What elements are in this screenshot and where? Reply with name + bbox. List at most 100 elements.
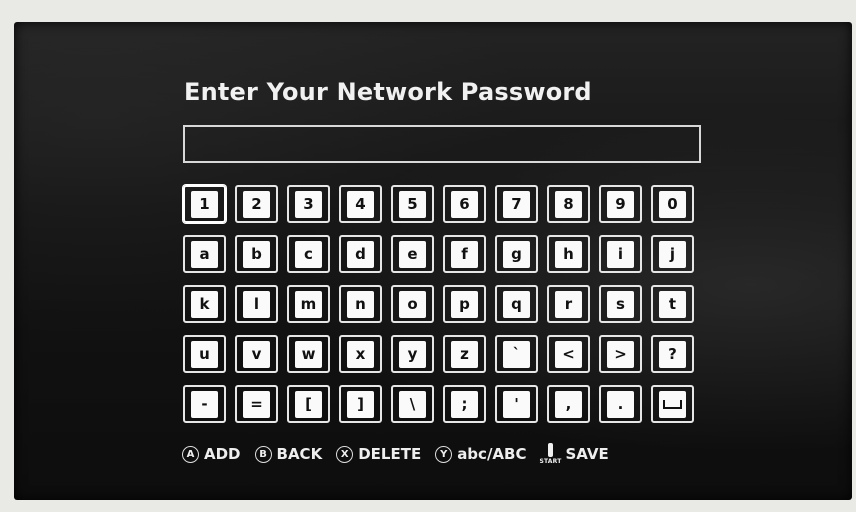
key-f[interactable]: f bbox=[443, 235, 486, 273]
page-title: Enter Your Network Password bbox=[184, 78, 592, 106]
key-greater-than[interactable]: > bbox=[599, 335, 642, 373]
key-o[interactable]: o bbox=[391, 285, 434, 323]
key-label: . bbox=[607, 390, 634, 418]
controller-legend: A ADD B BACK X DELETE Y abc/ABC START SA… bbox=[182, 441, 609, 467]
key-r[interactable]: r bbox=[547, 285, 590, 323]
key-apostrophe[interactable]: ' bbox=[495, 385, 538, 423]
key-close-bracket[interactable]: ] bbox=[339, 385, 382, 423]
key-label: ` bbox=[503, 340, 530, 368]
legend-case-label: abc/ABC bbox=[457, 445, 527, 463]
key-2[interactable]: 2 bbox=[235, 185, 278, 223]
key-label: t bbox=[659, 290, 686, 318]
key-label: a bbox=[191, 240, 218, 268]
on-screen-keyboard: 1 2 3 4 5 6 7 8 9 0 a b c d e f g h i j … bbox=[183, 185, 703, 435]
legend-add-label: ADD bbox=[204, 445, 241, 463]
key-label: z bbox=[451, 340, 478, 368]
key-1[interactable]: 1 bbox=[183, 185, 226, 223]
key-k[interactable]: k bbox=[183, 285, 226, 323]
start-button-shape bbox=[547, 443, 553, 457]
key-s[interactable]: s bbox=[599, 285, 642, 323]
key-l[interactable]: l bbox=[235, 285, 278, 323]
key-y[interactable]: y bbox=[391, 335, 434, 373]
start-button-text: START bbox=[539, 458, 562, 465]
key-q[interactable]: q bbox=[495, 285, 538, 323]
key-label: m bbox=[295, 290, 322, 318]
key-label: 0 bbox=[659, 190, 686, 218]
key-label: g bbox=[503, 240, 530, 268]
key-label: ' bbox=[503, 390, 530, 418]
key-label: 8 bbox=[555, 190, 582, 218]
key-m[interactable]: m bbox=[287, 285, 330, 323]
key-n[interactable]: n bbox=[339, 285, 382, 323]
key-label: - bbox=[191, 390, 218, 418]
key-3[interactable]: 3 bbox=[287, 185, 330, 223]
key-label: 9 bbox=[607, 190, 634, 218]
key-label: 7 bbox=[503, 190, 530, 218]
keyboard-row: - = [ ] \ ; ' , . bbox=[183, 385, 703, 423]
key-a[interactable]: a bbox=[183, 235, 226, 273]
key-label: x bbox=[347, 340, 374, 368]
key-b[interactable]: b bbox=[235, 235, 278, 273]
key-label: ; bbox=[451, 390, 478, 418]
keyboard-row: k l m n o p q r s t bbox=[183, 285, 703, 323]
key-less-than[interactable]: < bbox=[547, 335, 590, 373]
key-label: q bbox=[503, 290, 530, 318]
legend-back-label: BACK bbox=[276, 445, 323, 463]
key-d[interactable]: d bbox=[339, 235, 382, 273]
key-u[interactable]: u bbox=[183, 335, 226, 373]
legend-add: A ADD bbox=[182, 445, 241, 463]
key-backtick[interactable]: ` bbox=[495, 335, 538, 373]
key-9[interactable]: 9 bbox=[599, 185, 642, 223]
key-label: ? bbox=[659, 340, 686, 368]
key-c[interactable]: c bbox=[287, 235, 330, 273]
key-x[interactable]: x bbox=[339, 335, 382, 373]
keyboard-row: a b c d e f g h i j bbox=[183, 235, 703, 273]
key-equals[interactable]: = bbox=[235, 385, 278, 423]
key-h[interactable]: h bbox=[547, 235, 590, 273]
key-7[interactable]: 7 bbox=[495, 185, 538, 223]
key-t[interactable]: t bbox=[651, 285, 694, 323]
key-v[interactable]: v bbox=[235, 335, 278, 373]
key-label: 4 bbox=[347, 190, 374, 218]
keyboard-row: 1 2 3 4 5 6 7 8 9 0 bbox=[183, 185, 703, 223]
key-period[interactable]: . bbox=[599, 385, 642, 423]
key-6[interactable]: 6 bbox=[443, 185, 486, 223]
key-label: < bbox=[555, 340, 582, 368]
key-5[interactable]: 5 bbox=[391, 185, 434, 223]
key-label: > bbox=[607, 340, 634, 368]
key-label: s bbox=[607, 290, 634, 318]
key-label: 6 bbox=[451, 190, 478, 218]
key-4[interactable]: 4 bbox=[339, 185, 382, 223]
key-hyphen[interactable]: - bbox=[183, 385, 226, 423]
start-button-icon: START bbox=[539, 442, 562, 466]
key-label: k bbox=[191, 290, 218, 318]
key-p[interactable]: p bbox=[443, 285, 486, 323]
legend-back: B BACK bbox=[254, 445, 323, 463]
key-backslash[interactable]: \ bbox=[391, 385, 434, 423]
key-i[interactable]: i bbox=[599, 235, 642, 273]
key-label: h bbox=[555, 240, 582, 268]
key-label: o bbox=[399, 290, 426, 318]
keyboard-row: u v w x y z ` < > ? bbox=[183, 335, 703, 373]
key-z[interactable]: z bbox=[443, 335, 486, 373]
key-space[interactable] bbox=[651, 385, 694, 423]
key-label: 5 bbox=[399, 190, 426, 218]
key-open-bracket[interactable]: [ bbox=[287, 385, 330, 423]
key-semicolon[interactable]: ; bbox=[443, 385, 486, 423]
key-label: y bbox=[399, 340, 426, 368]
password-input[interactable] bbox=[183, 125, 701, 163]
key-label: r bbox=[555, 290, 582, 318]
key-comma[interactable]: , bbox=[547, 385, 590, 423]
key-0[interactable]: 0 bbox=[651, 185, 694, 223]
key-label: 1 bbox=[191, 190, 218, 218]
key-question[interactable]: ? bbox=[651, 335, 694, 373]
key-j[interactable]: j bbox=[651, 235, 694, 273]
key-g[interactable]: g bbox=[495, 235, 538, 273]
key-w[interactable]: w bbox=[287, 335, 330, 373]
key-label: c bbox=[295, 240, 322, 268]
key-label: v bbox=[243, 340, 270, 368]
key-label: 2 bbox=[243, 190, 270, 218]
key-8[interactable]: 8 bbox=[547, 185, 590, 223]
key-e[interactable]: e bbox=[391, 235, 434, 273]
key-label: d bbox=[347, 240, 374, 268]
